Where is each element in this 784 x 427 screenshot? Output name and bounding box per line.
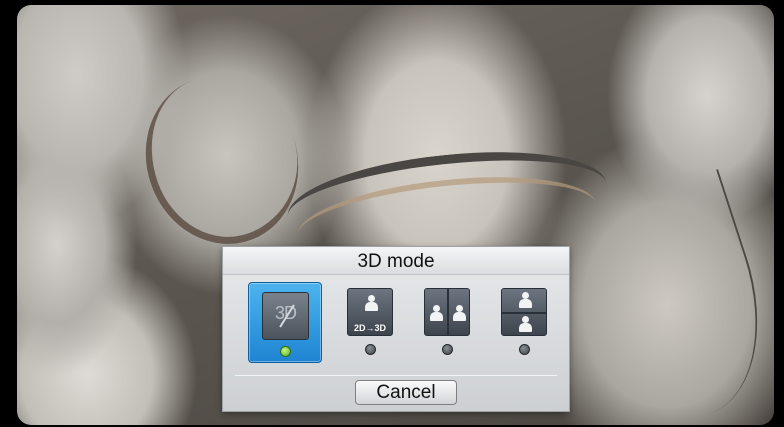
selected-indicator-icon xyxy=(280,346,291,357)
pebble-crack xyxy=(584,168,774,425)
mode-option-3d-off[interactable]: 3D xyxy=(248,282,322,363)
person-icon xyxy=(452,305,466,323)
3d-off-icon: 3D xyxy=(262,292,309,340)
cancel-button[interactable]: Cancel xyxy=(355,380,457,405)
mode-option-side-by-side[interactable] xyxy=(424,288,472,360)
top-and-bottom-icon xyxy=(501,288,547,336)
person-icon xyxy=(364,295,378,313)
dialog-title: 3D mode xyxy=(223,247,569,275)
person-icon xyxy=(429,305,443,323)
pebble-stripe xyxy=(122,54,322,266)
person-icon xyxy=(518,292,532,310)
2d-to-3d-caption: 2D→3D xyxy=(353,323,386,333)
indicator-icon xyxy=(442,344,453,355)
side-by-side-icon xyxy=(424,288,470,336)
indicator-icon xyxy=(519,344,530,355)
3d-off-label: 3D xyxy=(274,303,297,323)
3d-mode-dialog: 3D mode 3D 2D→3D Cancel xyxy=(222,246,570,412)
indicator-icon xyxy=(365,344,376,355)
mode-option-2d-to-3d[interactable]: 2D→3D xyxy=(347,288,395,360)
mode-option-top-and-bottom[interactable] xyxy=(501,288,549,360)
2d-to-3d-icon: 2D→3D xyxy=(347,288,393,336)
person-icon xyxy=(518,316,532,334)
divider xyxy=(235,375,557,376)
